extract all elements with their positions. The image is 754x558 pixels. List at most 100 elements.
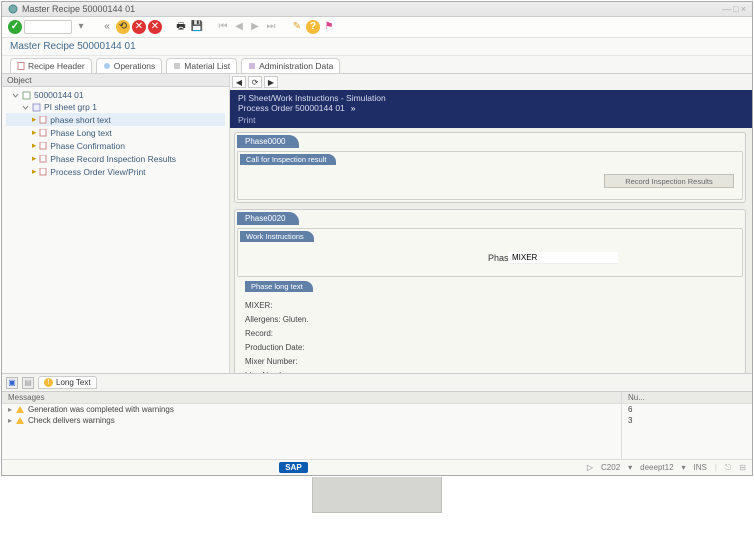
longtext-line: Production Date: bbox=[245, 343, 735, 352]
tree-item-inspection-results[interactable]: ▸ Phase Record Inspection Results bbox=[6, 152, 225, 165]
status-user: deeept12 bbox=[640, 463, 673, 472]
print-link[interactable]: Print bbox=[238, 115, 744, 125]
command-field[interactable] bbox=[24, 20, 72, 34]
save-icon[interactable]: 💾 bbox=[190, 20, 204, 34]
next-icon[interactable]: ▶ bbox=[248, 20, 262, 34]
section-tab-phase0020: Phase0020 bbox=[237, 212, 299, 225]
maximize-button[interactable]: □ bbox=[733, 4, 738, 14]
content-nav: ◀ ⟳ ▶ bbox=[230, 74, 752, 90]
tree-item-process-order-view[interactable]: ▸ Process Order View/Print bbox=[6, 165, 225, 178]
tree-item-phase-long-text[interactable]: ▸ Phase Long text bbox=[6, 126, 225, 139]
accept-icon[interactable]: ✓ bbox=[8, 20, 22, 34]
status-tcode: C202 bbox=[601, 463, 620, 472]
print-icon[interactable]: 🖶 bbox=[174, 20, 188, 34]
filter-icon[interactable]: ▤ bbox=[22, 377, 34, 389]
main-toolbar: ✓ ▾ « ⟲ ✕ ✕ 🖶 💾 ⏮ ◀ ▶ ⏭ ✎ ? ⚑ bbox=[2, 17, 752, 38]
dropdown-icon[interactable]: ▾ bbox=[74, 20, 88, 34]
tree-item-phase-confirmation[interactable]: ▸ Phase Confirmation bbox=[6, 139, 225, 152]
messages-panel: ▣ ▤ ! Long Text Messages ▸Generation was… bbox=[2, 373, 752, 459]
object-tree: 50000144 01 PI sheet grp 1 ▸ phase short… bbox=[2, 87, 229, 180]
warning-icon bbox=[16, 417, 24, 424]
close-button[interactable]: × bbox=[741, 4, 746, 14]
titlebar: Master Recipe 50000144 01 — □ × bbox=[2, 2, 752, 17]
num-header: Nu... bbox=[622, 392, 752, 404]
inner-tab-inspection: Call for Inspection result bbox=[240, 154, 336, 165]
message-row[interactable]: ▸Generation was completed with warnings bbox=[2, 404, 621, 415]
nav-prev-button[interactable]: ◀ bbox=[232, 76, 246, 88]
message-tabs: ▣ ▤ ! Long Text bbox=[2, 374, 752, 391]
status-lock-icon[interactable]: ⊟ bbox=[739, 463, 746, 472]
exit-icon[interactable]: ⟲ bbox=[116, 20, 130, 34]
section-tab-phase0000: Phase0000 bbox=[237, 135, 299, 148]
inner-tab-work-instructions: Work Instructions bbox=[240, 231, 314, 242]
doc-icon bbox=[39, 168, 47, 176]
process-order-label: Process Order 50000144 01 bbox=[238, 103, 345, 113]
nav-next-button[interactable]: ▶ bbox=[264, 76, 278, 88]
tools-icon[interactable]: ⚑ bbox=[322, 20, 336, 34]
doc-icon bbox=[39, 142, 47, 150]
back-icon[interactable]: « bbox=[100, 20, 114, 34]
create-icon[interactable]: ✎ bbox=[290, 20, 304, 34]
pi-sheet-title: PI Sheet/Work Instructions - Simulation bbox=[238, 93, 386, 103]
first-icon[interactable]: ⏮ bbox=[216, 20, 230, 34]
prev-icon[interactable]: ◀ bbox=[232, 20, 246, 34]
status-bar: SAP ▷ C202▾ deeept12▾ INS | ⎋ ⊟ bbox=[2, 459, 752, 475]
tree-node-sheet[interactable]: PI sheet grp 1 bbox=[6, 101, 225, 113]
doc-icon bbox=[39, 155, 47, 163]
messages-header: Messages bbox=[2, 392, 621, 404]
tree-node-root[interactable]: 50000144 01 bbox=[6, 89, 225, 101]
longtext-tab: Phase long text bbox=[245, 281, 313, 292]
tab-operations[interactable]: Operations bbox=[96, 58, 163, 73]
sheet-icon bbox=[32, 103, 41, 112]
monitor-stand bbox=[312, 477, 442, 513]
main-area: Object 50000144 01 PI sheet grp 1 ▸ phas… bbox=[2, 73, 752, 373]
pi-sheet-body[interactable]: Phase0000 Call for Inspection result Rec… bbox=[230, 128, 752, 373]
longtext-line: Mixer Number: bbox=[245, 357, 735, 366]
recipe-icon bbox=[22, 91, 31, 100]
page-subtitle: Master Recipe 50000144 01 bbox=[2, 38, 752, 56]
last-icon[interactable]: ⏭ bbox=[264, 20, 278, 34]
message-count: 6 bbox=[622, 404, 752, 415]
message-count: 3 bbox=[622, 415, 752, 426]
longtext-line: Allergens: Gluten. bbox=[245, 315, 735, 324]
tree-header: Object bbox=[2, 74, 229, 87]
tab-material-list[interactable]: Material List bbox=[166, 58, 237, 73]
status-mode: INS bbox=[694, 463, 707, 472]
help-icon[interactable]: ? bbox=[306, 20, 320, 34]
expand-icon[interactable]: ▣ bbox=[6, 377, 18, 389]
minimize-button[interactable]: — bbox=[722, 4, 731, 14]
detail-tabs: Recipe Header Operations Material List A… bbox=[2, 56, 752, 73]
status-nav[interactable]: ▷ bbox=[587, 463, 593, 472]
tab-long-text[interactable]: ! Long Text bbox=[38, 376, 97, 389]
warning-icon bbox=[16, 406, 24, 413]
nav-refresh-button[interactable]: ⟳ bbox=[248, 76, 262, 88]
tab-recipe-header[interactable]: Recipe Header bbox=[10, 58, 92, 73]
window-controls: — □ × bbox=[722, 4, 746, 14]
pi-sheet-header: PI Sheet/Work Instructions - Simulation … bbox=[230, 90, 752, 128]
status-sep: | bbox=[715, 463, 717, 472]
close-session-icon[interactable]: ✕ bbox=[148, 20, 162, 34]
phase-label: Phase bbox=[248, 253, 498, 263]
message-row[interactable]: ▸Check delivers warnings bbox=[2, 415, 621, 426]
phase-longtext-block: Phase long text MIXER: Allergens: Gluten… bbox=[237, 277, 743, 373]
warning-icon: ! bbox=[44, 378, 53, 387]
content-panel: ◀ ⟳ ▶ PI Sheet/Work Instructions - Simul… bbox=[230, 74, 752, 373]
sap-logo: SAP bbox=[279, 462, 307, 473]
tab-admin-data[interactable]: Administration Data bbox=[241, 58, 340, 73]
tree-item-phase-short-text[interactable]: ▸ phase short text bbox=[6, 113, 225, 126]
collapse-icon bbox=[22, 104, 29, 111]
doc-icon bbox=[39, 116, 47, 124]
inspection-block: Call for Inspection result Record Inspec… bbox=[237, 151, 743, 200]
record-inspection-button[interactable]: Record Inspection Results bbox=[604, 174, 734, 188]
messages-table: Messages ▸Generation was completed with … bbox=[2, 391, 752, 459]
phase-value-input[interactable] bbox=[508, 252, 618, 264]
cancel-icon[interactable]: ✕ bbox=[132, 20, 146, 34]
longtext-line: Record: bbox=[245, 329, 735, 338]
doc-icon bbox=[39, 129, 47, 137]
collapse-icon bbox=[12, 92, 19, 99]
status-link-icon[interactable]: ⎋ bbox=[725, 463, 731, 473]
object-tree-panel: Object 50000144 01 PI sheet grp 1 ▸ phas… bbox=[2, 74, 230, 373]
longtext-line: MIXER: bbox=[245, 301, 735, 310]
app-icon bbox=[8, 4, 18, 14]
section-phase0000: Phase0000 Call for Inspection result Rec… bbox=[234, 132, 746, 203]
